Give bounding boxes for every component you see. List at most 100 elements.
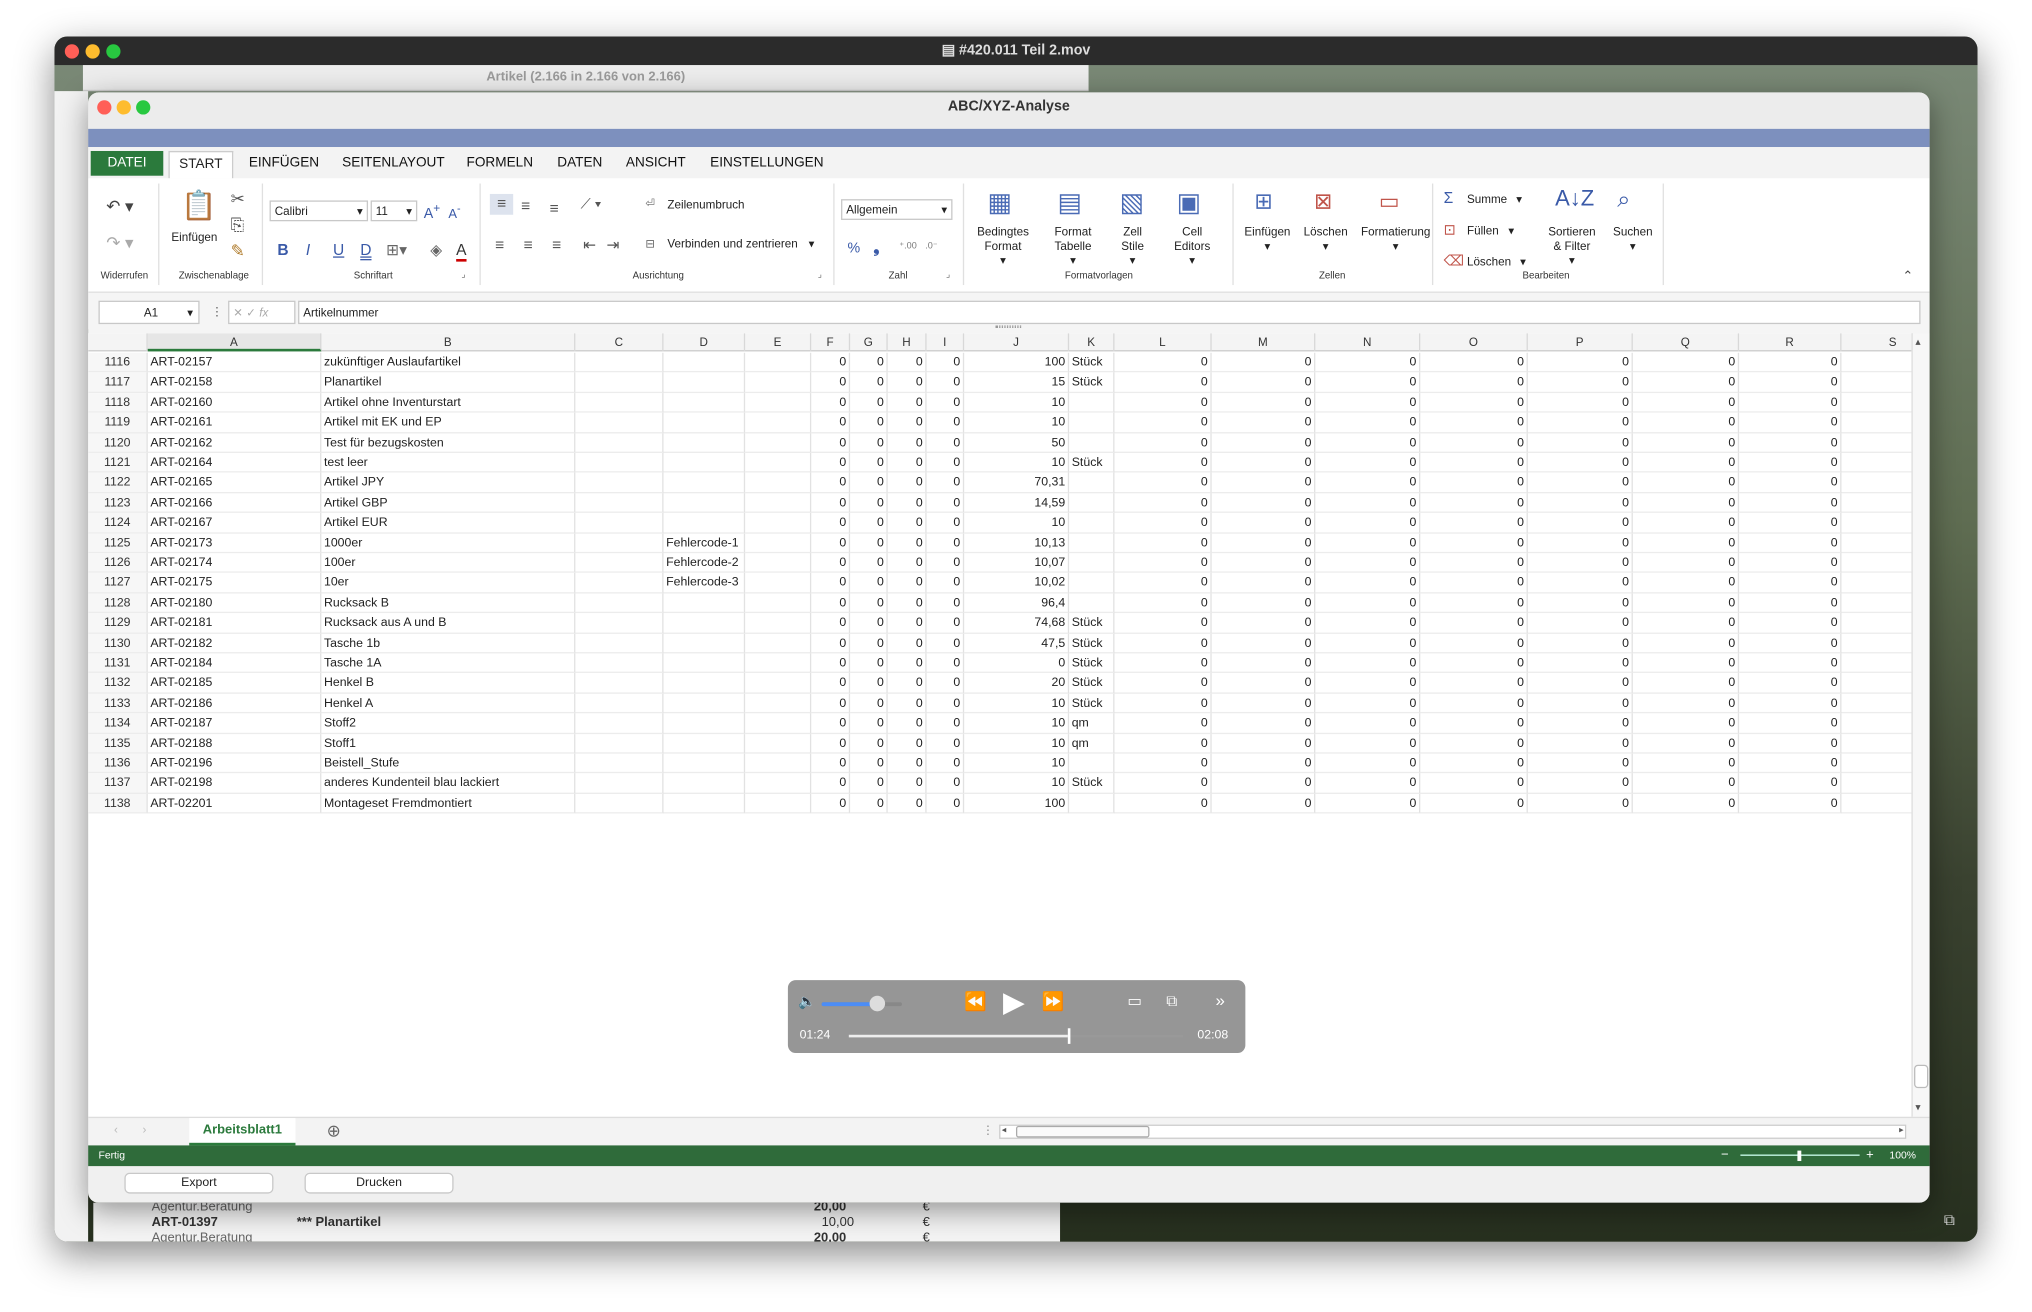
progress-bar[interactable] [848,1034,1184,1038]
row-header[interactable]: 1132 [88,673,148,694]
cell-n[interactable]: 0 [1315,753,1421,774]
column-header-b[interactable]: B [321,333,576,352]
cell-m[interactable]: 0 [1211,693,1316,714]
cell-n[interactable]: 0 [1315,472,1421,494]
formula-input[interactable]: Artikelnummer [298,300,1921,325]
cell-e[interactable] [745,472,812,494]
cell-c[interactable] [575,533,664,554]
cell-e[interactable] [745,412,812,433]
play-icon[interactable]: ▶ [1003,985,1025,1019]
cell-j[interactable]: 10,02 [964,573,1070,594]
cell-d[interactable] [663,653,746,674]
cell-o[interactable]: 0 [1420,673,1528,694]
cancel-icon[interactable]: ✕ ✓ [233,306,259,319]
collapse-ribbon-icon[interactable]: ⌃ [1902,269,1913,283]
cell-p[interactable]: 0 [1527,472,1633,494]
cell-f[interactable]: 0 [811,693,851,714]
volume-icon[interactable]: 🔈 [798,993,816,1010]
italic-icon[interactable]: I [306,241,310,259]
cell-m[interactable]: 0 [1211,713,1316,734]
insert-cells-button[interactable]: Einfügen ▾ [1239,225,1296,254]
font-color-icon[interactable]: A [456,241,467,262]
horizontal-scrollbar[interactable]: ◂ ▸ [999,1124,1907,1139]
cell-n[interactable]: 0 [1315,432,1421,453]
cut-icon[interactable]: ✂ [231,189,245,210]
cell-f[interactable]: 0 [811,593,851,614]
cell-s[interactable] [1841,493,1912,514]
cell-j[interactable]: 100 [964,352,1070,373]
cell-k[interactable]: Stück [1069,452,1115,473]
cell-j[interactable]: 10 [964,733,1070,754]
cell-c[interactable] [575,713,664,734]
cell-j[interactable]: 10 [964,392,1070,413]
cell-f[interactable]: 0 [811,513,851,534]
cell-p[interactable]: 0 [1527,573,1633,594]
export-button[interactable]: Export [124,1172,274,1194]
wrap-text-button[interactable]: Zeilenumbruch [667,198,744,211]
row-header[interactable]: 1120 [88,432,148,453]
cell-n[interactable]: 0 [1315,673,1421,694]
cell-e[interactable] [745,593,812,614]
cell-h[interactable]: 0 [887,553,927,574]
cell-m[interactable]: 0 [1211,673,1316,694]
cell-a[interactable]: ART-02161 [147,412,322,433]
cell-h[interactable]: 0 [887,412,927,433]
column-header-d[interactable]: D [664,333,746,352]
column-header-r[interactable]: R [1739,333,1842,352]
cell-i[interactable]: 0 [926,493,965,514]
cell-n[interactable]: 0 [1315,613,1421,634]
cell-j[interactable]: 96,4 [964,593,1070,614]
cell-s[interactable] [1841,593,1912,614]
cell-h[interactable]: 0 [887,613,927,634]
cell-s[interactable] [1841,794,1912,814]
indent-decrease-icon[interactable]: ⇤ [583,236,596,254]
volume-slider[interactable] [821,1002,902,1007]
cell-i[interactable]: 0 [926,553,965,574]
cell-s[interactable] [1841,473,1912,494]
column-header-a[interactable]: A [147,333,322,352]
format-cells-button[interactable]: Formatierung ▾ [1358,225,1433,254]
cell-o[interactable]: 0 [1420,352,1528,373]
cell-o[interactable]: 0 [1420,633,1528,654]
paste-icon[interactable]: 📋 [181,189,217,223]
cell-q[interactable]: 0 [1632,673,1740,694]
cell-j[interactable]: 74,68 [964,613,1070,634]
cell-m[interactable]: 0 [1211,392,1316,413]
cell-k[interactable] [1069,573,1115,594]
cell-f[interactable]: 0 [811,372,851,393]
cell-i[interactable]: 0 [926,593,965,614]
cell-n[interactable]: 0 [1315,533,1421,554]
cell-m[interactable]: 0 [1211,753,1316,774]
cell-c[interactable] [575,633,664,654]
cell-r[interactable]: 0 [1739,412,1842,433]
cell-a[interactable]: ART-02196 [147,753,322,774]
cell-c[interactable] [575,753,664,774]
cell-s[interactable] [1841,433,1912,453]
cell-o[interactable]: 0 [1420,713,1528,734]
cell-j[interactable]: 10 [964,412,1070,433]
cell-g[interactable]: 0 [850,493,888,514]
tab-formeln[interactable]: FORMELN [467,155,534,171]
cell-g[interactable]: 0 [850,713,888,734]
cell-j[interactable]: 47,5 [964,633,1070,654]
fill-button[interactable]: Füllen [1467,224,1499,237]
double-underline-icon[interactable]: D [360,241,371,259]
column-header-e[interactable]: E [745,333,812,352]
scroll-up-icon[interactable]: ▴ [1915,336,1920,348]
cell-k[interactable] [1069,493,1115,514]
cell-k[interactable] [1069,472,1115,494]
cell-g[interactable]: 0 [850,733,888,754]
cell-i[interactable]: 0 [926,733,965,754]
cell-c[interactable] [575,673,664,694]
cell-i[interactable]: 0 [926,513,965,534]
sort-filter-button[interactable]: Sortieren & Filter ▾ [1542,225,1602,268]
cell-e[interactable] [745,713,812,734]
cell-m[interactable]: 0 [1211,493,1316,514]
cell-g[interactable]: 0 [850,432,888,453]
row-header[interactable]: 1116 [88,352,148,373]
cell-b[interactable]: Beistell_Stufe [321,753,576,774]
cell-d[interactable] [663,753,746,774]
cell-s[interactable] [1841,373,1912,393]
cell-m[interactable]: 0 [1211,372,1316,393]
cell-d[interactable] [663,392,746,413]
